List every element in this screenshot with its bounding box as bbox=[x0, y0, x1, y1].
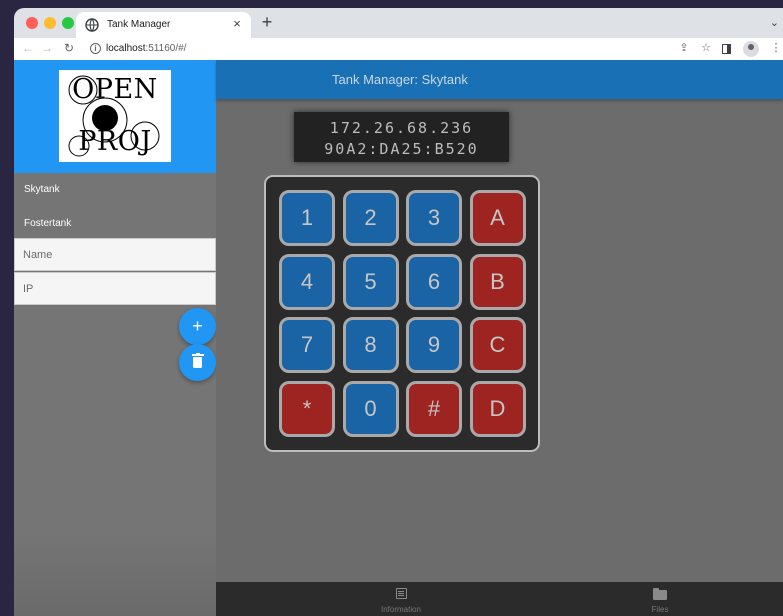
back-arrow-icon[interactable]: ← bbox=[20, 41, 36, 55]
app-bar: Tank Manager: Skytank bbox=[216, 60, 783, 99]
profile-avatar-icon[interactable] bbox=[743, 41, 759, 57]
page-viewport: OPEN ACID PROJ Skytank Fostertank + Tank… bbox=[14, 60, 783, 616]
close-window-button[interactable] bbox=[26, 17, 38, 29]
keypad-key[interactable]: * bbox=[279, 380, 335, 437]
nav-label: Files bbox=[651, 605, 669, 614]
keypad-key[interactable]: # bbox=[406, 380, 462, 437]
keypad-key[interactable]: D bbox=[469, 380, 526, 437]
address-bar[interactable]: i localhost:51160/#/ bbox=[86, 40, 678, 58]
keypad-key[interactable]: 6 bbox=[406, 253, 462, 310]
forward-arrow-icon[interactable]: → bbox=[39, 41, 55, 55]
logo-text-line: OPEN bbox=[72, 74, 158, 105]
sidebar: OPEN ACID PROJ Skytank Fostertank + bbox=[14, 60, 216, 616]
url-text: localhost:51160/#/ bbox=[106, 43, 187, 54]
ip-input[interactable] bbox=[14, 272, 216, 305]
lcd-display: 172.26.68.236 90A2:DA25:B520 bbox=[294, 112, 509, 162]
globe-icon bbox=[85, 18, 99, 32]
keypad-key[interactable]: 7 bbox=[279, 317, 335, 373]
bookmark-star-icon[interactable]: ☆ bbox=[698, 41, 714, 54]
logo-text-line: ACID bbox=[77, 100, 153, 131]
keypad-key[interactable]: C bbox=[469, 317, 526, 373]
bottom-navigation: Information Files bbox=[216, 582, 783, 616]
main-content: Tank Manager: Skytank 172.26.68.236 90A2… bbox=[216, 60, 783, 616]
keypad-key[interactable]: 0 bbox=[342, 380, 399, 437]
keypad-key[interactable]: 1 bbox=[279, 190, 335, 246]
sidebar-item-fostertank[interactable]: Fostertank bbox=[14, 207, 216, 239]
folder-icon bbox=[653, 588, 667, 600]
nav-files[interactable]: Files bbox=[600, 582, 720, 616]
keypad-key[interactable]: 5 bbox=[342, 253, 399, 310]
add-tank-button[interactable]: + bbox=[179, 308, 216, 345]
keypad: 1 2 3 A 4 5 6 B 7 8 9 C * 0 # D bbox=[264, 175, 540, 452]
minimize-window-button[interactable] bbox=[44, 17, 56, 29]
calendar-icon bbox=[396, 588, 407, 599]
new-tab-button[interactable]: + bbox=[257, 12, 277, 33]
name-input[interactable] bbox=[14, 238, 216, 271]
delete-tank-button[interactable] bbox=[179, 344, 216, 381]
sidebar-item-skytank[interactable]: Skytank bbox=[14, 173, 216, 205]
browser-window: Tank Manager × + ⌄ ← → ↻ i localhost:511… bbox=[14, 8, 783, 616]
page-title: Tank Manager: Skytank bbox=[332, 72, 468, 87]
keypad-key[interactable]: 2 bbox=[342, 190, 399, 246]
tab-strip: Tank Manager × + ⌄ bbox=[14, 8, 783, 38]
keypad-key[interactable]: A bbox=[469, 190, 526, 246]
tab-close-icon[interactable]: × bbox=[229, 16, 245, 31]
lcd-mac-address: 90A2:DA25:B520 bbox=[324, 140, 479, 158]
share-icon[interactable]: ⇪ bbox=[676, 41, 692, 54]
info-icon[interactable]: i bbox=[90, 43, 101, 54]
lcd-ip-address: 172.26.68.236 bbox=[329, 119, 474, 137]
side-panel-icon[interactable] bbox=[722, 44, 731, 54]
nav-information[interactable]: Information bbox=[341, 582, 461, 616]
logo-text-line: PROJ bbox=[78, 126, 152, 157]
keypad-key[interactable]: 9 bbox=[406, 317, 462, 373]
keypad-key[interactable]: 3 bbox=[406, 190, 462, 246]
nav-label: Information bbox=[380, 605, 422, 614]
more-menu-icon[interactable]: ⋮ bbox=[768, 41, 783, 54]
open-acid-project-logo: OPEN ACID PROJ bbox=[59, 70, 171, 162]
reload-icon[interactable]: ↻ bbox=[61, 41, 77, 55]
keypad-key[interactable]: 4 bbox=[279, 253, 335, 310]
trash-icon bbox=[191, 352, 204, 368]
keypad-key[interactable]: 8 bbox=[342, 317, 399, 373]
browser-tab[interactable]: Tank Manager × bbox=[76, 12, 251, 38]
sidebar-header: OPEN ACID PROJ bbox=[14, 60, 216, 173]
tab-title: Tank Manager bbox=[107, 19, 171, 30]
browser-toolbar: ← → ↻ i localhost:51160/#/ ⇪ ☆ ⋮ bbox=[14, 38, 783, 60]
maximize-window-button[interactable] bbox=[62, 17, 74, 29]
keypad-key[interactable]: B bbox=[469, 253, 526, 310]
chevron-down-icon[interactable]: ⌄ bbox=[770, 16, 779, 29]
